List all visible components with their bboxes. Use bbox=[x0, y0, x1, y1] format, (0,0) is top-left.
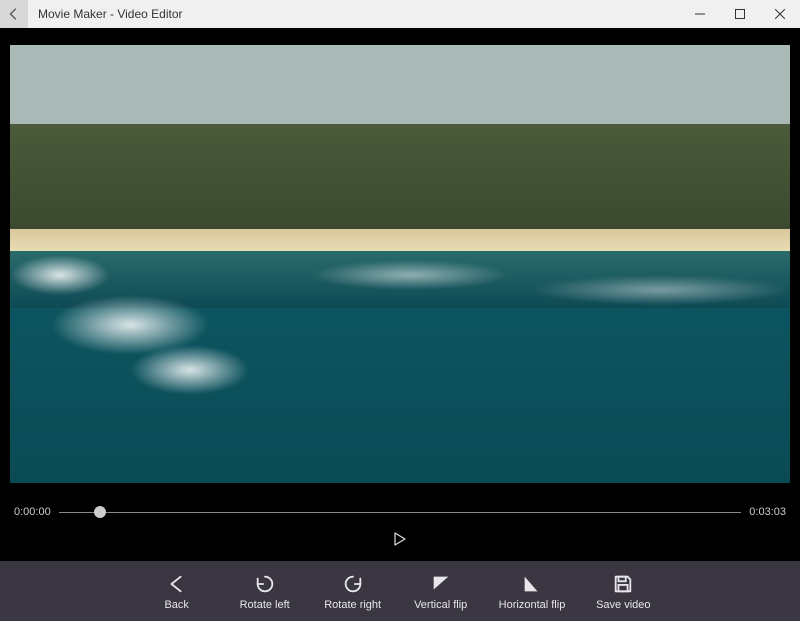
seek-thumb[interactable] bbox=[94, 506, 106, 518]
current-time-label: 0:00:00 bbox=[14, 506, 51, 518]
maximize-button[interactable] bbox=[720, 0, 760, 28]
play-button[interactable] bbox=[388, 527, 412, 551]
decorative-wave bbox=[530, 275, 790, 305]
rotate-left-icon bbox=[253, 572, 277, 596]
video-frame[interactable] bbox=[10, 45, 790, 483]
bottom-toolbar: Back Rotate left Rotate right Vertical f… bbox=[0, 561, 800, 621]
window-title: Movie Maker - Video Editor bbox=[28, 7, 680, 21]
video-preview-area bbox=[0, 28, 800, 499]
app-body: 0:00:00 0:03:03 Back Rotate left bbox=[0, 28, 800, 621]
save-video-label: Save video bbox=[596, 599, 650, 611]
close-icon bbox=[775, 9, 785, 19]
rotate-left-button[interactable]: Rotate left bbox=[235, 572, 295, 611]
titlebar-back-button[interactable] bbox=[0, 0, 28, 28]
vertical-flip-button[interactable]: Vertical flip bbox=[411, 572, 471, 611]
close-button[interactable] bbox=[760, 0, 800, 28]
minimize-icon bbox=[695, 9, 705, 19]
decorative-wave bbox=[130, 345, 250, 395]
rotate-left-label: Rotate left bbox=[240, 599, 290, 611]
horizontal-flip-button[interactable]: Horizontal flip bbox=[499, 572, 566, 611]
flip-vertical-icon bbox=[429, 572, 453, 596]
maximize-icon bbox=[735, 9, 745, 19]
flip-horizontal-icon bbox=[520, 572, 544, 596]
arrow-left-icon bbox=[165, 572, 189, 596]
play-row bbox=[14, 521, 786, 561]
back-button-label: Back bbox=[164, 599, 188, 611]
playback-controls: 0:00:00 0:03:03 bbox=[0, 499, 800, 561]
back-button[interactable]: Back bbox=[147, 572, 207, 611]
save-video-button[interactable]: Save video bbox=[593, 572, 653, 611]
seek-slider[interactable] bbox=[59, 503, 742, 521]
title-bar: Movie Maker - Video Editor bbox=[0, 0, 800, 28]
rotate-right-button[interactable]: Rotate right bbox=[323, 572, 383, 611]
save-icon bbox=[611, 572, 635, 596]
decorative-wave bbox=[310, 260, 510, 290]
minimize-button[interactable] bbox=[680, 0, 720, 28]
horizontal-flip-label: Horizontal flip bbox=[499, 599, 566, 611]
seek-row: 0:00:00 0:03:03 bbox=[14, 503, 786, 521]
vertical-flip-label: Vertical flip bbox=[414, 599, 467, 611]
total-time-label: 0:03:03 bbox=[749, 506, 786, 518]
arrow-left-icon bbox=[7, 7, 21, 21]
window-controls bbox=[680, 0, 800, 28]
rotate-right-icon bbox=[341, 572, 365, 596]
decorative-wave bbox=[10, 255, 110, 295]
seek-track-line bbox=[59, 512, 742, 513]
rotate-right-label: Rotate right bbox=[324, 599, 381, 611]
play-icon bbox=[394, 532, 406, 546]
